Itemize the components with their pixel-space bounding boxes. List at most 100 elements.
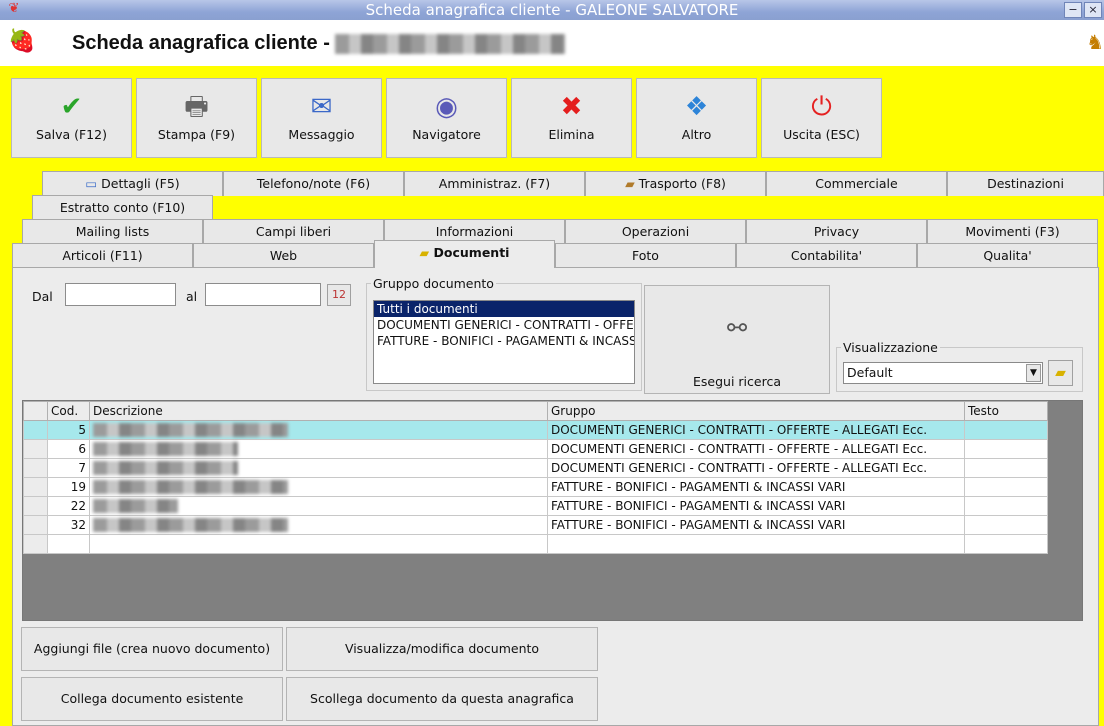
app-icon: ❦ <box>8 1 20 16</box>
gruppo-cell <box>547 534 965 554</box>
close-button[interactable]: × <box>1084 2 1102 18</box>
tab-dettagli[interactable]: ▭ Dettagli (F5) <box>42 171 223 196</box>
testo-cell <box>964 439 1048 459</box>
delete-button[interactable]: ✖ Elimina <box>511 78 632 158</box>
message-icon: ✉ <box>310 92 333 122</box>
window-title: Scheda anagrafica cliente - GALEONE SALV… <box>365 1 739 19</box>
table-row[interactable]: 7 DOCUMENTI GENERICI - CONTRATTI - OFFER… <box>23 458 1048 478</box>
gruppo-cell: FATTURE - BONIFICI - PAGAMENTI & INCASSI… <box>547 477 965 497</box>
toolbar: ✔ Salva (F12) 🖶 Stampa (F9) ✉ Messaggio ◉ Na… <box>11 78 882 158</box>
window-icon: ▭ <box>85 176 102 191</box>
strawberry-logo-icon: 🍓 <box>8 29 36 54</box>
tab-foto[interactable]: Foto <box>555 243 736 268</box>
descrizione-cell <box>89 515 548 535</box>
descrizione-cell <box>89 496 548 516</box>
page-title: Scheda anagrafica cliente - <box>72 32 566 55</box>
exit-button[interactable]: ⏻ Uscita (ESC) <box>761 78 882 158</box>
descrizione-cell <box>89 534 548 554</box>
tab-movimenti[interactable]: Movimenti (F3) <box>927 219 1098 244</box>
redacted-text <box>93 423 288 438</box>
table-row[interactable]: 19 FATTURE - BONIFICI - PAGAMENTI & INCA… <box>23 477 1048 497</box>
row-header <box>23 458 48 478</box>
table-row[interactable]: 22 FATTURE - BONIFICI - PAGAMENTI & INCA… <box>23 496 1048 516</box>
navigator-button[interactable]: ◉ Navigatore <box>386 78 507 158</box>
tab-mailing-lists[interactable]: Mailing lists <box>22 219 203 244</box>
row-header <box>23 534 48 554</box>
tab-amministrazione[interactable]: Amministraz. (F7) <box>404 171 585 196</box>
tab-privacy[interactable]: Privacy <box>746 219 927 244</box>
tab-trasporto[interactable]: ▰ Trasporto (F8) <box>585 171 766 196</box>
tab-qualita[interactable]: Qualita' <box>917 243 1098 268</box>
header: 🍓 Scheda anagrafica cliente - ♞ <box>0 20 1104 66</box>
search-button[interactable]: ⚯ Esegui ricerca <box>644 285 830 394</box>
cod-cell: 6 <box>47 439 90 459</box>
tab-operazioni[interactable]: Operazioni <box>565 219 746 244</box>
documents-table: Cod. Descrizione Gruppo Testo 5 DOCUMENT… <box>23 401 1048 554</box>
binoculars-icon: ⚯ <box>726 314 748 342</box>
tab-telefono-note[interactable]: Telefono/note (F6) <box>223 171 404 196</box>
row-header <box>23 420 48 440</box>
column-header-gruppo[interactable]: Gruppo <box>547 401 965 421</box>
list-item[interactable]: DOCUMENTI GENERICI - CONTRATTI - OFFERTE… <box>374 317 634 333</box>
tab-commerciale[interactable]: Commerciale <box>766 171 947 196</box>
checkmark-icon: ✔ <box>60 92 83 122</box>
redacted-text <box>93 518 288 533</box>
unlink-document-button[interactable]: Scollega documento da questa anagrafica <box>286 677 598 721</box>
gruppo-documento-listbox[interactable]: Tutti i documenti DOCUMENTI GENERICI - C… <box>373 300 635 384</box>
calendar-button[interactable]: 12 <box>327 284 351 306</box>
tab-web[interactable]: Web <box>193 243 374 268</box>
cod-cell <box>47 534 90 554</box>
column-header-descrizione[interactable]: Descrizione <box>89 401 548 421</box>
tab-articoli[interactable]: Articoli (F11) <box>12 243 193 268</box>
view-edit-document-button[interactable]: Visualizza/modifica documento <box>286 627 598 671</box>
user-icon: ♞ <box>1086 30 1104 54</box>
truck-icon: ▰ <box>625 176 639 191</box>
table-row-empty[interactable] <box>23 534 1048 554</box>
documents-grid[interactable]: Cod. Descrizione Gruppo Testo 5 DOCUMENT… <box>22 400 1083 621</box>
list-item[interactable]: Tutti i documenti <box>374 301 634 317</box>
dal-date-input[interactable] <box>65 283 176 306</box>
tab-estratto-conto[interactable]: Estratto conto (F10) <box>32 195 213 220</box>
window-titlebar: ❦ Scheda anagrafica cliente - GALEONE SA… <box>0 0 1104 20</box>
message-button[interactable]: ✉ Messaggio <box>261 78 382 158</box>
descrizione-cell <box>89 420 548 440</box>
chevron-down-icon[interactable]: ▼ <box>1026 364 1041 382</box>
table-row[interactable]: 5 DOCUMENTI GENERICI - CONTRATTI - OFFER… <box>23 420 1048 440</box>
table-row[interactable]: 32 FATTURE - BONIFICI - PAGAMENTI & INCA… <box>23 515 1048 535</box>
minimize-button[interactable]: − <box>1064 2 1082 18</box>
redacted-text <box>93 442 238 457</box>
visualizzazione-legend: Visualizzazione <box>843 340 938 355</box>
calendar-icon: 12 <box>332 288 346 301</box>
descrizione-cell <box>89 458 548 478</box>
other-button[interactable]: ❖ Altro <box>636 78 757 158</box>
tab-destinazioni[interactable]: Destinazioni <box>947 171 1104 196</box>
testo-cell <box>964 515 1048 535</box>
row-header <box>23 496 48 516</box>
delete-x-icon: ✖ <box>560 92 583 122</box>
row-header-corner <box>23 401 48 421</box>
tab-campi-liberi[interactable]: Campi liberi <box>203 219 384 244</box>
print-button[interactable]: 🖶 Stampa (F9) <box>136 78 257 158</box>
gruppo-cell: DOCUMENTI GENERICI - CONTRATTI - OFFERTE… <box>547 439 965 459</box>
link-existing-document-button[interactable]: Collega documento esistente <box>21 677 283 721</box>
al-date-input[interactable] <box>205 283 321 306</box>
tab-row-1: ▭ Dettagli (F5) Telefono/note (F6) Ammin… <box>0 171 1104 196</box>
open-folder-button[interactable]: ▰ <box>1048 360 1073 386</box>
dal-label: Dal <box>32 289 53 304</box>
redacted-text <box>93 499 178 514</box>
column-header-testo[interactable]: Testo <box>964 401 1048 421</box>
save-button[interactable]: ✔ Salva (F12) <box>11 78 132 158</box>
gruppo-cell: DOCUMENTI GENERICI - CONTRATTI - OFFERTE… <box>547 420 965 440</box>
list-item[interactable]: FATTURE - BONIFICI - PAGAMENTI & INCASSI… <box>374 333 634 349</box>
other-icon: ❖ <box>684 92 709 122</box>
cod-cell: 22 <box>47 496 90 516</box>
table-row[interactable]: 6 DOCUMENTI GENERICI - CONTRATTI - OFFER… <box>23 439 1048 459</box>
add-file-button[interactable]: Aggiungi file (crea nuovo documento) <box>21 627 283 671</box>
tab-row-4: Articoli (F11) Web ▰ Documenti Foto Cont… <box>0 240 1104 268</box>
tab-row-2: Estratto conto (F10) <box>0 195 1104 220</box>
tab-contabilita[interactable]: Contabilita' <box>736 243 917 268</box>
column-header-cod[interactable]: Cod. <box>47 401 90 421</box>
tab-documenti[interactable]: ▰ Documenti <box>374 240 555 268</box>
cod-cell: 32 <box>47 515 90 535</box>
visualizzazione-select[interactable]: Default ▼ <box>843 362 1043 384</box>
